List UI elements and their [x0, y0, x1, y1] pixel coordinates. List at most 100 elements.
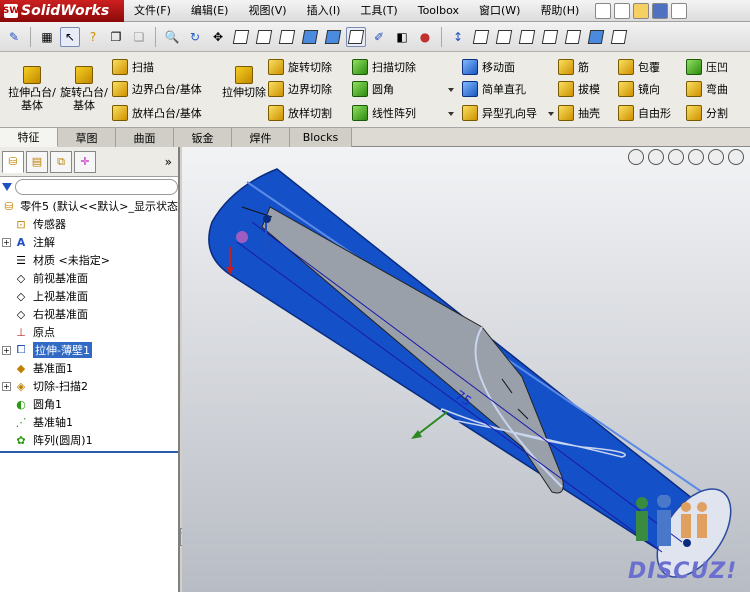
view-back-icon[interactable]	[254, 27, 274, 47]
tab-weldments[interactable]: 焊件	[232, 128, 290, 147]
tree-root[interactable]: ⛁ 零件5 (默认<<默认>_显示状态	[2, 197, 178, 215]
copy-icon[interactable]: ❐	[106, 27, 126, 47]
fillet-button[interactable]: 圆角	[352, 79, 394, 99]
shell-button[interactable]: 抽壳	[558, 103, 600, 123]
view-top-icon[interactable]	[323, 27, 343, 47]
grid-icon[interactable]: ▦	[37, 27, 57, 47]
menu-help[interactable]: 帮助(H)	[530, 0, 589, 22]
zoom-fit-icon[interactable]: 🔍	[162, 27, 182, 47]
graphics-area[interactable]: 75 DISCUZ!	[182, 147, 750, 592]
menu-insert[interactable]: 插入(I)	[297, 0, 351, 22]
revolve-boss-button[interactable]: 旋转凸台/基体	[58, 66, 110, 112]
menu-view[interactable]: 视图(V)	[238, 0, 296, 22]
loft-boss-button[interactable]: 放样凸台/基体	[112, 103, 202, 123]
hole-dropdown-icon[interactable]	[548, 112, 554, 118]
wrap-button[interactable]: 包覆	[618, 57, 660, 77]
pan-icon[interactable]: ✥	[208, 27, 228, 47]
menu-file[interactable]: 文件(F)	[124, 0, 181, 22]
tab-sketch[interactable]: 草图	[58, 128, 116, 147]
tree-item-circular-pattern[interactable]: ✿ 阵列(圆周)1	[2, 431, 178, 449]
split-button[interactable]: 分割	[686, 103, 728, 123]
revolve-cut-button[interactable]: 旋转切除	[268, 57, 332, 77]
shaded-icon[interactable]: ◧	[392, 27, 412, 47]
plane-icon: ◇	[16, 271, 26, 285]
expand-icon[interactable]: +	[2, 381, 11, 391]
extrude-cut-label: 拉伸切除	[222, 86, 266, 99]
linear-pattern-button[interactable]: 线性阵列	[352, 103, 416, 123]
loft-cut-button[interactable]: 放样切割	[268, 103, 332, 123]
standard-view-3-icon[interactable]	[517, 27, 537, 47]
tree-item-material[interactable]: ☰ 材质 <未指定>	[2, 251, 178, 269]
print-icon[interactable]	[671, 2, 688, 19]
simple-hole-button[interactable]: 简单直孔	[462, 79, 526, 99]
view-right-icon[interactable]	[300, 27, 320, 47]
expand-icon[interactable]: +	[2, 345, 11, 355]
feature-tree: ⛁ 零件5 (默认<<默认>_显示状态 ⊡ 传感器 + A 注解 ☰ 材质 <未指定> …	[0, 197, 178, 449]
mirror-button[interactable]: 镜向	[618, 79, 660, 99]
view-iso-icon[interactable]	[346, 26, 366, 47]
extrude-boss-button[interactable]: 拉伸凸台/基体	[6, 66, 58, 112]
rib-button[interactable]: 筋	[558, 57, 589, 77]
standard-view-6-icon[interactable]	[586, 27, 606, 47]
view-front-icon[interactable]	[231, 27, 251, 47]
normal-to-icon[interactable]: ↕	[448, 27, 468, 47]
pattern-dropdown-icon[interactable]	[448, 112, 454, 118]
tree-item-top-plane[interactable]: ◇ 上视基准面	[2, 287, 178, 305]
draft-button[interactable]: 拔模	[558, 79, 600, 99]
save-icon[interactable]	[652, 2, 669, 19]
tree-item-extrude-thin[interactable]: + ⧠ 拉伸-薄壁1	[2, 341, 178, 359]
standard-view-7-icon[interactable]	[609, 27, 629, 47]
extrude-cut-button[interactable]: 拉伸切除	[218, 66, 270, 99]
tab-surfaces[interactable]: 曲面	[116, 128, 174, 147]
tree-filter-input[interactable]	[15, 179, 178, 195]
menu-edit[interactable]: 编辑(E)	[181, 0, 239, 22]
app-logo[interactable]: SW SolidWorks	[0, 0, 124, 22]
swept-cut-button[interactable]: 扫描切除	[352, 57, 416, 77]
standard-view-1-icon[interactable]	[471, 27, 491, 47]
tree-item-fillet[interactable]: ◐ 圆角1	[2, 395, 178, 413]
expand-icon[interactable]: +	[2, 237, 11, 247]
tab-blocks[interactable]: Blocks	[290, 128, 352, 147]
feature-tree-tab-icon[interactable]: ⛁	[2, 150, 24, 173]
menu-tools[interactable]: 工具(T)	[350, 0, 407, 22]
sketch-icon[interactable]: ✐	[369, 27, 389, 47]
boundary-boss-button[interactable]: 边界凸台/基体	[112, 79, 202, 99]
new-document-icon[interactable]	[614, 2, 631, 19]
menu-toolbox[interactable]: Toolbox	[408, 0, 469, 22]
select-arrow-icon[interactable]: ↖	[60, 26, 80, 47]
menu-window[interactable]: 窗口(W)	[469, 0, 530, 22]
open-folder-icon[interactable]	[633, 2, 650, 19]
smart-dimension-icon[interactable]: ✎	[4, 27, 24, 47]
tree-item-annotations[interactable]: + A 注解	[2, 233, 178, 251]
tree-item-right-plane[interactable]: ◇ 右视基准面	[2, 305, 178, 323]
tree-item-swept-cut[interactable]: + ◈ 切除-扫描2	[2, 377, 178, 395]
property-manager-tab-icon[interactable]: ▤	[26, 150, 48, 173]
tab-sheet-metal[interactable]: 钣金	[174, 128, 232, 147]
freeform-button[interactable]: 自由形	[618, 103, 671, 123]
tree-item-front-plane[interactable]: ◇ 前视基准面	[2, 269, 178, 287]
view-left-icon[interactable]	[277, 27, 297, 47]
sweep-button[interactable]: 扫描	[112, 57, 154, 77]
hole-wizard-button[interactable]: 异型孔向导	[462, 103, 537, 123]
standard-view-5-icon[interactable]	[563, 27, 583, 47]
standard-view-2-icon[interactable]	[494, 27, 514, 47]
move-face-button[interactable]: 移动面	[462, 57, 515, 77]
panel-more-icon[interactable]: »	[165, 155, 172, 169]
boundary-cut-button[interactable]: 边界切除	[268, 79, 332, 99]
dimxpert-tab-icon[interactable]: ✛	[74, 150, 96, 173]
appearance-icon[interactable]: ●	[415, 27, 435, 47]
tree-item-origin[interactable]: ⊥ 原点	[2, 323, 178, 341]
tab-features[interactable]: 特征	[0, 128, 58, 147]
pin-icon[interactable]	[595, 2, 612, 19]
tree-item-plane1[interactable]: ◆ 基准面1	[2, 359, 178, 377]
rotate-icon[interactable]: ↻	[185, 27, 205, 47]
standard-view-4-icon[interactable]	[540, 27, 560, 47]
paste-icon[interactable]: ❏	[129, 27, 149, 47]
configuration-manager-tab-icon[interactable]: ⧉	[50, 150, 72, 173]
indent-button[interactable]: 压凹	[686, 57, 728, 77]
tree-item-axis[interactable]: ⋰ 基准轴1	[2, 413, 178, 431]
flex-button[interactable]: 弯曲	[686, 79, 728, 99]
tree-item-sensors[interactable]: ⊡ 传感器	[2, 215, 178, 233]
help-icon[interactable]: ?	[83, 27, 103, 47]
fillet-dropdown-icon[interactable]	[448, 88, 454, 94]
